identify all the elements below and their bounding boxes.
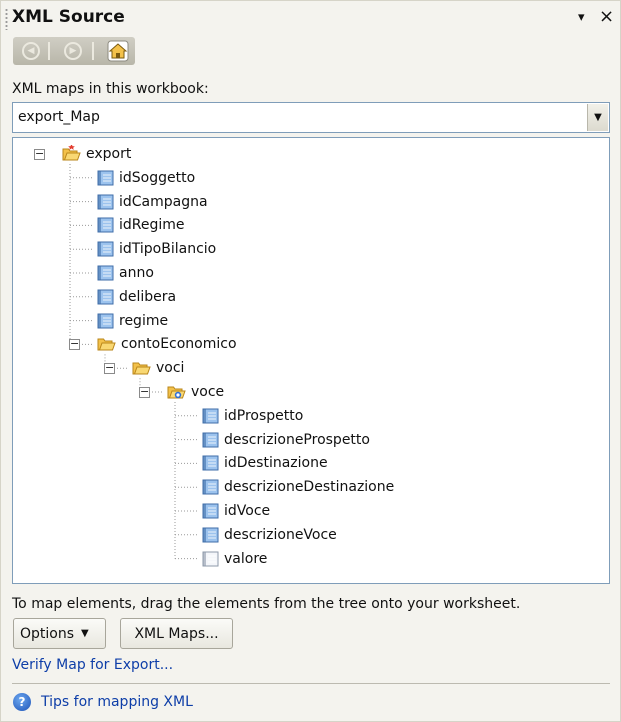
tree-node-id-tipo-bilancio[interactable]: idTipoBilancio [96, 237, 216, 261]
toolbar-divider [92, 42, 94, 60]
tree-node-label: idProspetto [224, 407, 304, 424]
element-icon [96, 312, 114, 330]
xml-map-select[interactable]: export_Map ▼ [12, 102, 610, 133]
element-icon [201, 431, 219, 449]
close-icon[interactable]: × [599, 6, 614, 27]
element-icon [201, 550, 219, 568]
tree-node-descrizione-destinazione[interactable]: descrizioneDestinazione [201, 475, 394, 499]
element-icon [201, 502, 219, 520]
element-icon [96, 169, 114, 187]
tree-node-id-voce[interactable]: idVoce [201, 499, 270, 523]
pane-title: XML Source [12, 7, 125, 27]
tree-node-label: descrizioneProspetto [224, 431, 370, 448]
tree-node-label: idRegime [119, 217, 185, 234]
element-icon [96, 264, 114, 282]
tree-node-label: anno [119, 265, 154, 281]
options-button-label: Options [20, 625, 75, 642]
tree-node-label: regime [119, 312, 169, 329]
tree-node-descrizione-prospetto[interactable]: descrizioneProspetto [201, 428, 370, 452]
xml-tree-view[interactable]: export − idSoggetto idCampagna idRegime [12, 137, 610, 584]
folder-icon [96, 335, 116, 353]
tree-node-label: idVoce [224, 503, 271, 519]
chevron-down-icon[interactable]: ▼ [587, 104, 608, 131]
forward-button[interactable]: ▶ [61, 39, 85, 63]
tree-node-anno[interactable]: anno [96, 261, 154, 285]
collapse-toggle-icon[interactable]: − [104, 362, 115, 375]
home-button[interactable] [105, 38, 131, 64]
navigation-toolbar: ◀ ▶ [13, 37, 135, 65]
tree-node-label: descrizioneVoce [224, 526, 337, 543]
collapse-toggle-icon[interactable]: − [139, 386, 150, 398]
tree-node-id-campagna[interactable]: idCampagna [96, 190, 208, 214]
tree-node-label: voce [191, 384, 225, 400]
tree-node-label: voci [156, 360, 185, 377]
drag-grip[interactable] [5, 8, 8, 30]
element-icon [201, 526, 219, 544]
mapping-instructions: To map elements, drag the elements from … [12, 596, 521, 612]
tree-node-id-prospetto[interactable]: idProspetto [201, 404, 303, 428]
tree-node-export[interactable]: export [61, 142, 131, 166]
tree-node-id-soggetto[interactable]: idSoggetto [96, 166, 195, 190]
xml-maps-button-label: XML Maps... [134, 625, 219, 642]
xml-maps-button[interactable]: XML Maps... [120, 618, 233, 649]
tree-node-label: delibera [119, 288, 177, 305]
divider [12, 683, 610, 684]
tips-link[interactable]: Tips for mapping XML [41, 694, 193, 710]
xml-source-pane: XML Source ▾ × ◀ ▶ XML maps in this work… [0, 0, 621, 722]
tree-node-voce[interactable]: voce [166, 380, 224, 404]
xml-maps-label: XML maps in this workbook: [12, 81, 209, 97]
element-icon [201, 478, 219, 496]
tree-node-label: idTipoBilancio [119, 241, 217, 258]
forward-arrow-icon: ▶ [64, 42, 82, 60]
pane-options-dropdown-icon[interactable]: ▾ [578, 10, 585, 25]
collapse-toggle-icon[interactable]: − [34, 148, 45, 160]
tree-node-label: contoEconomico [121, 336, 237, 353]
title-bar[interactable]: XML Source ▾ × [1, 1, 620, 37]
tree-node-id-destinazione[interactable]: idDestinazione [201, 451, 328, 475]
tree-node-voci[interactable]: voci [131, 356, 184, 380]
tree-node-conto-economico[interactable]: contoEconomico [96, 332, 237, 356]
element-icon [201, 454, 219, 472]
repeating-folder-icon [166, 383, 186, 401]
back-button[interactable]: ◀ [19, 39, 43, 63]
home-icon [107, 40, 129, 62]
toolbar-divider [48, 42, 50, 60]
tree-node-label: export [86, 146, 132, 162]
tree-node-label: valore [224, 550, 268, 567]
tree-node-regime[interactable]: regime [96, 309, 168, 333]
element-icon [96, 240, 114, 258]
tree-node-label: descrizioneDestinazione [224, 479, 395, 496]
element-icon [96, 288, 114, 306]
element-icon [201, 407, 219, 425]
tree-node-label: idSoggetto [119, 169, 196, 186]
chevron-down-icon: ▼ [81, 628, 89, 639]
tree-node-delibera[interactable]: delibera [96, 285, 176, 309]
root-folder-icon [61, 145, 81, 163]
verify-map-link[interactable]: Verify Map for Export... [12, 657, 173, 673]
help-icon[interactable]: ? [13, 693, 31, 711]
tree-node-label: idDestinazione [224, 455, 328, 472]
collapse-toggle-icon[interactable]: − [69, 338, 80, 351]
tree-node-valore[interactable]: valore [201, 547, 267, 571]
folder-icon [131, 359, 151, 377]
tree-node-label: idCampagna [119, 193, 208, 210]
xml-map-select-value: export_Map [18, 109, 100, 125]
tree-node-descrizione-voce[interactable]: descrizioneVoce [201, 523, 337, 547]
options-button[interactable]: Options ▼ [13, 618, 106, 649]
tree-node-id-regime[interactable]: idRegime [96, 213, 185, 237]
back-arrow-icon: ◀ [22, 42, 40, 60]
element-icon [96, 216, 114, 234]
element-icon [96, 193, 114, 211]
